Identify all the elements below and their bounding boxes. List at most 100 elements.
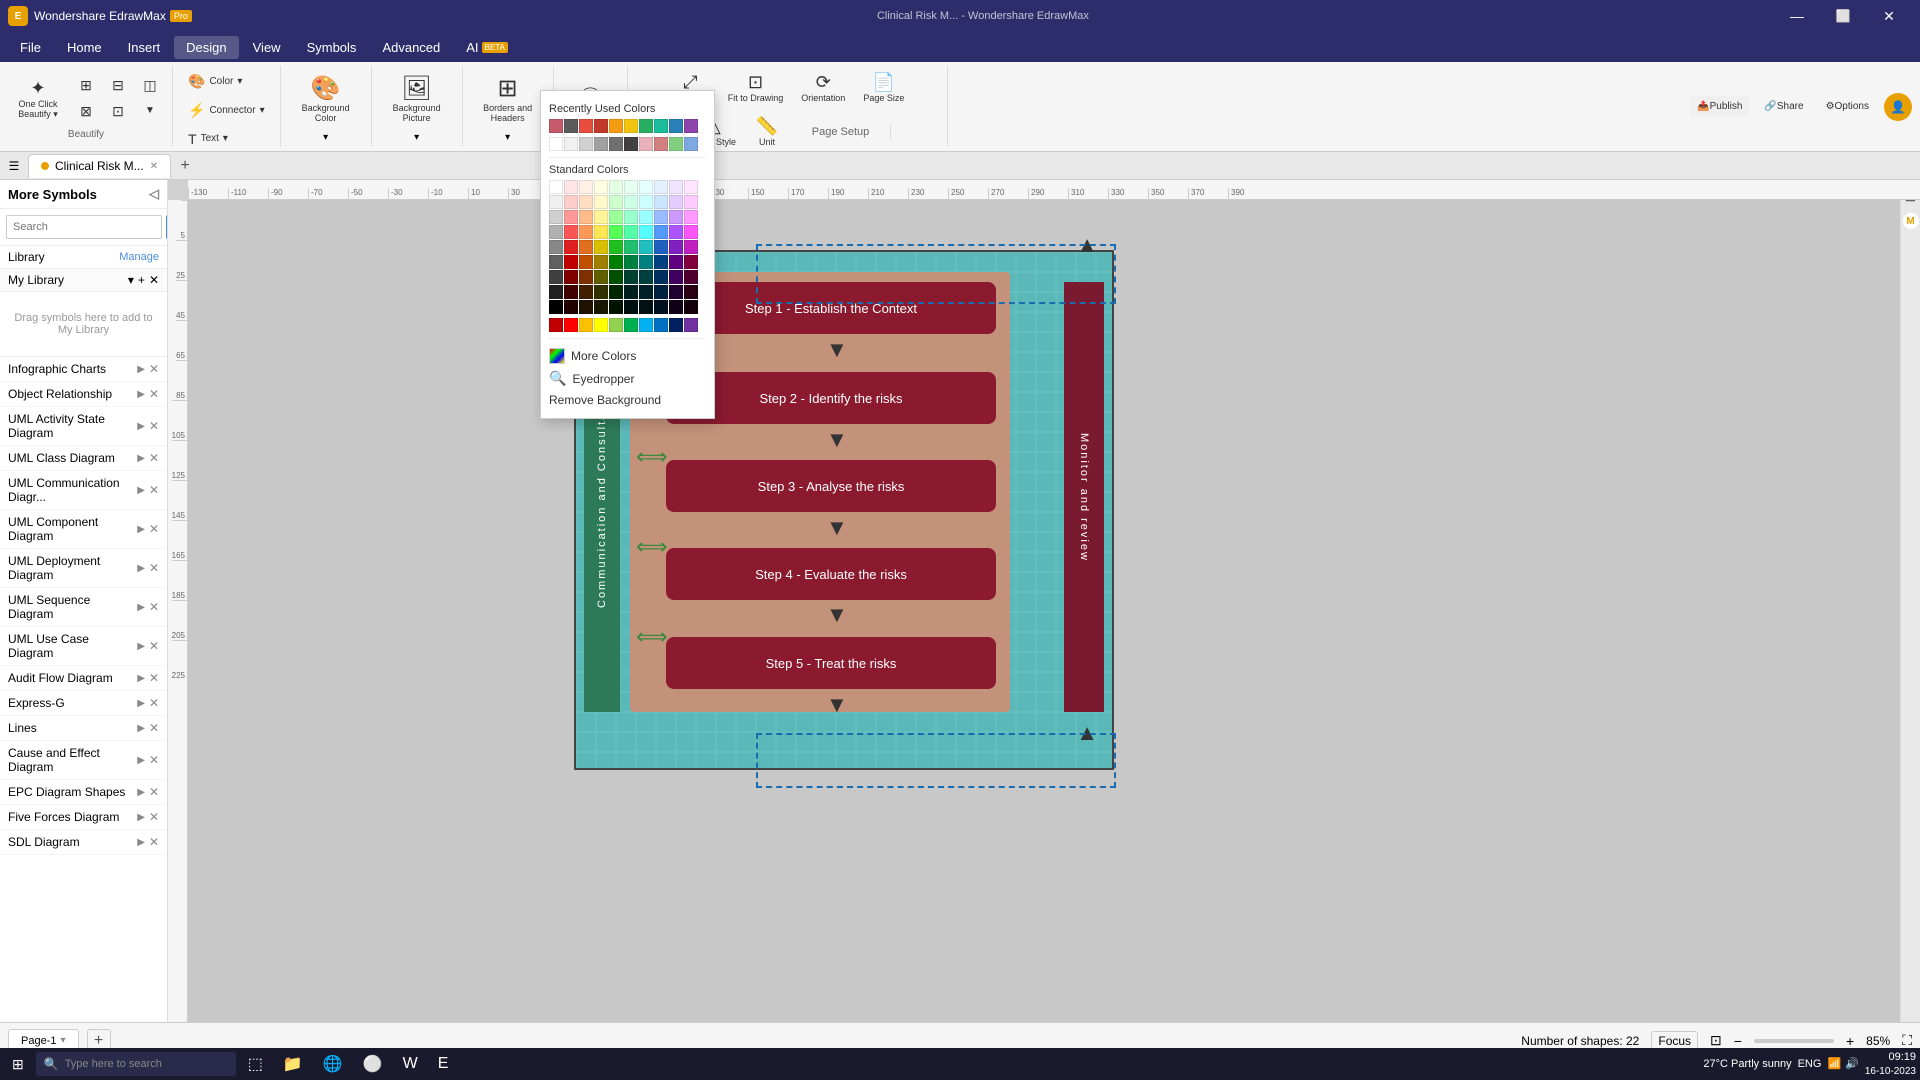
color-swatch[interactable]	[639, 180, 653, 194]
color-swatch[interactable]	[684, 225, 698, 239]
close-icon[interactable]: ✕	[149, 483, 159, 497]
color-swatch[interactable]	[654, 255, 668, 269]
step5-box[interactable]: Step 5 - Treat the risks	[666, 637, 996, 689]
color-swatch[interactable]	[579, 318, 593, 332]
close-icon[interactable]: ✕	[149, 671, 159, 685]
menu-ai[interactable]: AI BETA	[454, 36, 520, 59]
color-swatch[interactable]	[624, 318, 638, 332]
color-swatch[interactable]	[564, 285, 578, 299]
close-icon[interactable]: ✕	[149, 785, 159, 799]
fit-to-page-icon[interactable]: ⊡	[1710, 1032, 1722, 1049]
color-swatch[interactable]	[624, 300, 638, 314]
menu-file[interactable]: File	[8, 36, 53, 59]
sidebar-item-uml-activity[interactable]: UML Activity State Diagram ▶ ✕	[0, 407, 167, 446]
color-swatch[interactable]	[594, 210, 608, 224]
close-icon[interactable]: ✕	[149, 561, 159, 575]
color-swatch[interactable]	[624, 195, 638, 209]
taskbar-edraw[interactable]: E	[430, 1050, 457, 1078]
fullscreen-btn[interactable]: ⛶	[1902, 1032, 1912, 1049]
add-library-btn[interactable]: +	[138, 273, 145, 287]
sidebar-collapse-btn[interactable]: ◁	[149, 186, 159, 202]
color-swatch[interactable]	[549, 285, 563, 299]
color-swatch[interactable]	[669, 285, 683, 299]
tab-clinical-risk[interactable]: Clinical Risk M... ✕	[28, 154, 171, 178]
sidebar-item-lines[interactable]: Lines ▶ ✕	[0, 716, 167, 741]
one-click-beautify-btn[interactable]: ✦ One ClickBeautify ▾	[8, 74, 68, 125]
taskbar-chrome[interactable]: ⚪	[355, 1050, 391, 1078]
color-swatch[interactable]	[669, 240, 683, 254]
close-icon[interactable]: ✕	[149, 362, 159, 376]
close-btn[interactable]: ✕	[1866, 0, 1912, 32]
background-color-dropdown[interactable]: ▾	[323, 132, 328, 143]
color-swatch[interactable]	[564, 195, 578, 209]
borders-headers-btn[interactable]: ⊞ Borders and Headers	[471, 70, 545, 130]
color-swatch[interactable]	[684, 180, 698, 194]
color-swatch[interactable]	[624, 285, 638, 299]
color-swatch[interactable]	[549, 255, 563, 269]
color-swatch[interactable]	[579, 255, 593, 269]
color-swatch[interactable]	[684, 210, 698, 224]
color-swatch[interactable]	[549, 225, 563, 239]
color-swatch[interactable]	[654, 240, 668, 254]
color-swatch[interactable]	[669, 318, 683, 332]
color-swatch[interactable]	[564, 180, 578, 194]
color-swatch[interactable]	[639, 300, 653, 314]
close-icon[interactable]: ✕	[149, 639, 159, 653]
connector-btn[interactable]: ⚡ Connector ▾	[181, 97, 272, 124]
color-swatch[interactable]	[669, 225, 683, 239]
eyedropper-row[interactable]: 🔍 Eyedropper	[549, 367, 706, 390]
color-swatch[interactable]	[639, 318, 653, 332]
color-swatch[interactable]	[684, 240, 698, 254]
fit-drawing-btn[interactable]: ⊡ Fit to Drawing	[721, 68, 791, 108]
color-swatch[interactable]	[624, 270, 638, 284]
ai-icon[interactable]: M	[1903, 213, 1919, 229]
color-swatch[interactable]	[594, 285, 608, 299]
sidebar-item-sdl-diagram[interactable]: SDL Diagram ▶ ✕	[0, 830, 167, 855]
sidebar-item-uml-communication[interactable]: UML Communication Diagr... ▶ ✕	[0, 471, 167, 510]
color-swatch[interactable]	[609, 318, 623, 332]
color-swatch[interactable]	[609, 285, 623, 299]
color-swatch[interactable]	[594, 195, 608, 209]
taskbar-task-view[interactable]: ⬚	[240, 1050, 271, 1078]
beautify-style-1[interactable]: ⊞	[72, 75, 100, 97]
sidebar-item-express-g[interactable]: Express-G ▶ ✕	[0, 691, 167, 716]
taskbar-file-explorer[interactable]: 📁	[275, 1050, 311, 1078]
color-swatch[interactable]	[549, 270, 563, 284]
color-swatch[interactable]	[609, 195, 623, 209]
menu-home[interactable]: Home	[55, 36, 114, 59]
color-swatch[interactable]	[579, 195, 593, 209]
color-swatch[interactable]	[564, 240, 578, 254]
color-swatch[interactable]	[549, 210, 563, 224]
color-swatch[interactable]	[639, 270, 653, 284]
share-btn[interactable]: 🔗 Share	[1757, 96, 1810, 117]
minimize-btn[interactable]: —	[1774, 0, 1820, 32]
color-swatch[interactable]	[684, 195, 698, 209]
color-swatch[interactable]	[594, 225, 608, 239]
color-swatch[interactable]	[654, 318, 668, 332]
sidebar-item-uml-sequence[interactable]: UML Sequence Diagram ▶ ✕	[0, 588, 167, 627]
color-swatch[interactable]	[669, 195, 683, 209]
sidebar-item-object-relationship[interactable]: Object Relationship ▶ ✕	[0, 382, 167, 407]
color-swatch[interactable]	[654, 180, 668, 194]
start-btn[interactable]: ⊞	[4, 1050, 32, 1078]
menu-view[interactable]: View	[241, 36, 293, 59]
color-swatch[interactable]	[564, 255, 578, 269]
beautify-expand[interactable]: ▼	[136, 101, 164, 123]
close-icon[interactable]: ✕	[149, 600, 159, 614]
color-swatch[interactable]	[654, 210, 668, 224]
color-swatch[interactable]	[654, 195, 668, 209]
menu-advanced[interactable]: Advanced	[370, 36, 452, 59]
color-swatch[interactable]	[549, 318, 563, 332]
color-swatch[interactable]	[669, 180, 683, 194]
sidebar-item-uml-deployment[interactable]: UML Deployment Diagram ▶ ✕	[0, 549, 167, 588]
beautify-style-2[interactable]: ⊟	[104, 75, 132, 97]
sidebar-item-uml-component[interactable]: UML Component Diagram ▶ ✕	[0, 510, 167, 549]
maximize-btn[interactable]: ⬜	[1820, 0, 1866, 32]
color-swatch[interactable]	[579, 285, 593, 299]
publish-btn[interactable]: 📤 Publish	[1690, 96, 1749, 117]
close-icon[interactable]: ✕	[149, 451, 159, 465]
orientation-btn[interactable]: ⟳ Orientation	[794, 68, 852, 108]
monitor-bar[interactable]: Monitor and review	[1064, 282, 1104, 712]
color-swatch[interactable]	[579, 225, 593, 239]
color-swatch[interactable]	[549, 300, 563, 314]
